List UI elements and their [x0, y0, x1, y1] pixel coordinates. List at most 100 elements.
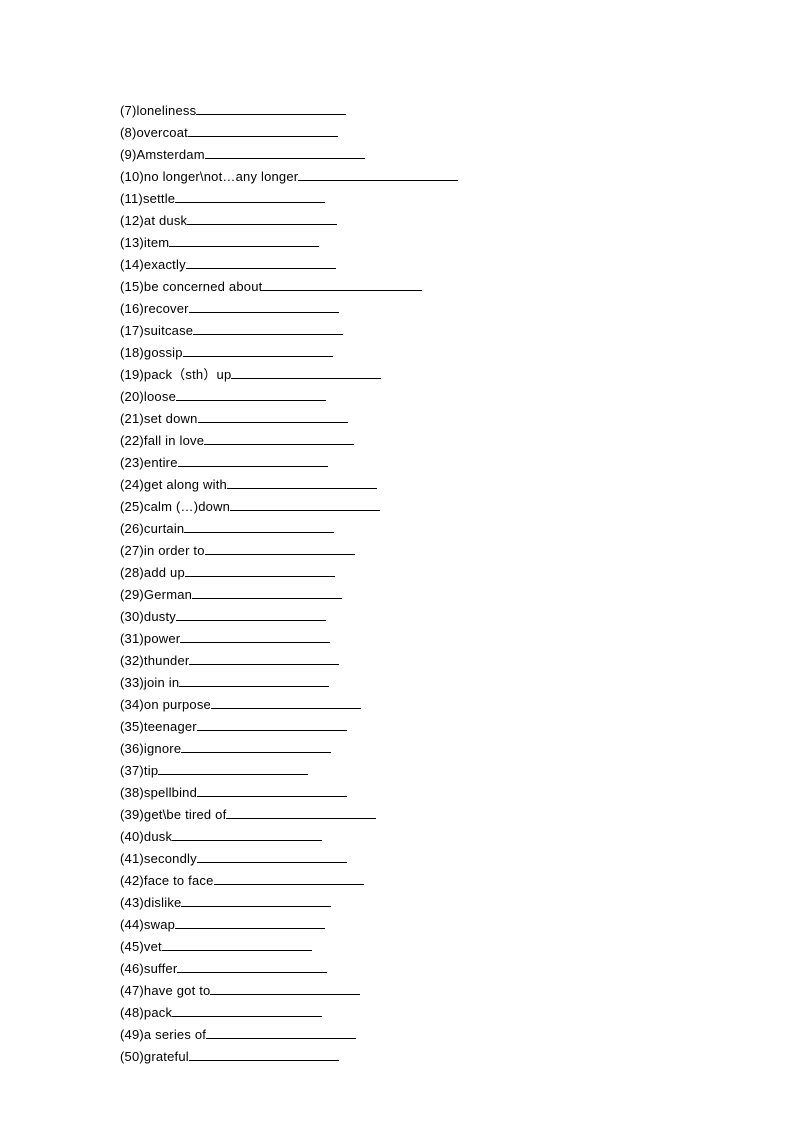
item-label: (29)German: [120, 584, 192, 606]
blank-line: [196, 101, 346, 115]
list-item: (47)have got to: [120, 980, 794, 1002]
list-item: (41)secondly: [120, 848, 794, 870]
item-label: (46)suffer: [120, 958, 177, 980]
item-label: (42)face to face: [120, 870, 214, 892]
blank-line: [231, 365, 381, 379]
blank-line: [197, 783, 347, 797]
list-item: (20)loose: [120, 386, 794, 408]
list-item: (17)suitcase: [120, 320, 794, 342]
blank-line: [214, 871, 364, 885]
list-item: (37)tip: [120, 760, 794, 782]
blank-line: [197, 717, 347, 731]
item-label: (19)pack（sth）up: [120, 364, 231, 386]
list-item: (12)at dusk: [120, 210, 794, 232]
list-item: (19)pack（sth）up: [120, 364, 794, 386]
blank-line: [180, 629, 330, 643]
blank-line: [193, 321, 343, 335]
item-label: (27)in order to: [120, 540, 205, 562]
list-item: (34)on purpose: [120, 694, 794, 716]
blank-line: [227, 475, 377, 489]
list-item: (50)grateful: [120, 1046, 794, 1068]
blank-line: [172, 827, 322, 841]
blank-line: [181, 739, 331, 753]
item-label: (23)entire: [120, 452, 178, 474]
item-label: (26)curtain: [120, 518, 184, 540]
blank-line: [189, 1047, 339, 1061]
list-item: (49)a series of: [120, 1024, 794, 1046]
list-item: (33)join in: [120, 672, 794, 694]
item-label: (30)dusty: [120, 606, 176, 628]
list-item: (32)thunder: [120, 650, 794, 672]
blank-line: [186, 255, 336, 269]
item-label: (41)secondly: [120, 848, 197, 870]
blank-line: [188, 123, 338, 137]
list-item: (26)curtain: [120, 518, 794, 540]
blank-line: [175, 915, 325, 929]
item-label: (24)get along with: [120, 474, 227, 496]
blank-line: [178, 453, 328, 467]
item-label: (33)join in: [120, 672, 179, 694]
blank-line: [177, 959, 327, 973]
blank-line: [226, 805, 376, 819]
blank-line: [175, 189, 325, 203]
item-label: (9)Amsterdam: [120, 144, 205, 166]
list-item: (39)get\be tired of: [120, 804, 794, 826]
list-item: (46)suffer: [120, 958, 794, 980]
item-label: (48)pack: [120, 1002, 172, 1024]
item-label: (43)dislike: [120, 892, 181, 914]
item-label: (47)have got to: [120, 980, 210, 1002]
item-label: (17)suitcase: [120, 320, 193, 342]
blank-line: [187, 211, 337, 225]
list-item: (36)ignore: [120, 738, 794, 760]
list-item: (16)recover: [120, 298, 794, 320]
item-label: (16)recover: [120, 298, 189, 320]
item-label: (45)vet: [120, 936, 162, 958]
list-item: (23)entire: [120, 452, 794, 474]
vocabulary-list: (7)loneliness(8)overcoat(9)Amsterdam(10)…: [120, 100, 794, 1068]
blank-line: [197, 849, 347, 863]
item-label: (15)be concerned about: [120, 276, 262, 298]
list-item: (31)power: [120, 628, 794, 650]
list-item: (25)calm (…)down: [120, 496, 794, 518]
item-label: (36)ignore: [120, 738, 181, 760]
blank-line: [169, 233, 319, 247]
item-label: (13)item: [120, 232, 169, 254]
list-item: (21)set down: [120, 408, 794, 430]
list-item: (29)German: [120, 584, 794, 606]
list-item: (11)settle: [120, 188, 794, 210]
item-label: (12)at dusk: [120, 210, 187, 232]
item-label: (7)loneliness: [120, 100, 196, 122]
list-item: (22)fall in love: [120, 430, 794, 452]
item-label: (11)settle: [120, 188, 175, 210]
blank-line: [158, 761, 308, 775]
blank-line: [184, 519, 334, 533]
list-item: (43)dislike: [120, 892, 794, 914]
blank-line: [162, 937, 312, 951]
list-item: (45)vet: [120, 936, 794, 958]
list-item: (24)get along with: [120, 474, 794, 496]
blank-line: [181, 893, 331, 907]
item-label: (22)fall in love: [120, 430, 204, 452]
list-item: (42)face to face: [120, 870, 794, 892]
item-label: (20)loose: [120, 386, 176, 408]
blank-line: [211, 695, 361, 709]
blank-line: [205, 145, 365, 159]
item-label: (49)a series of: [120, 1024, 206, 1046]
blank-line: [172, 1003, 322, 1017]
item-label: (38)spellbind: [120, 782, 197, 804]
item-label: (44)swap: [120, 914, 175, 936]
list-item: (8)overcoat: [120, 122, 794, 144]
item-label: (10)no longer\not…any longer: [120, 166, 298, 188]
blank-line: [204, 431, 354, 445]
blank-line: [298, 167, 458, 181]
item-label: (32)thunder: [120, 650, 189, 672]
item-label: (40)dusk: [120, 826, 172, 848]
list-item: (13)item: [120, 232, 794, 254]
list-item: (28)add up: [120, 562, 794, 584]
blank-line: [189, 299, 339, 313]
item-label: (8)overcoat: [120, 122, 188, 144]
list-item: (30)dusty: [120, 606, 794, 628]
blank-line: [230, 497, 380, 511]
list-item: (15)be concerned about: [120, 276, 794, 298]
blank-line: [206, 1025, 356, 1039]
